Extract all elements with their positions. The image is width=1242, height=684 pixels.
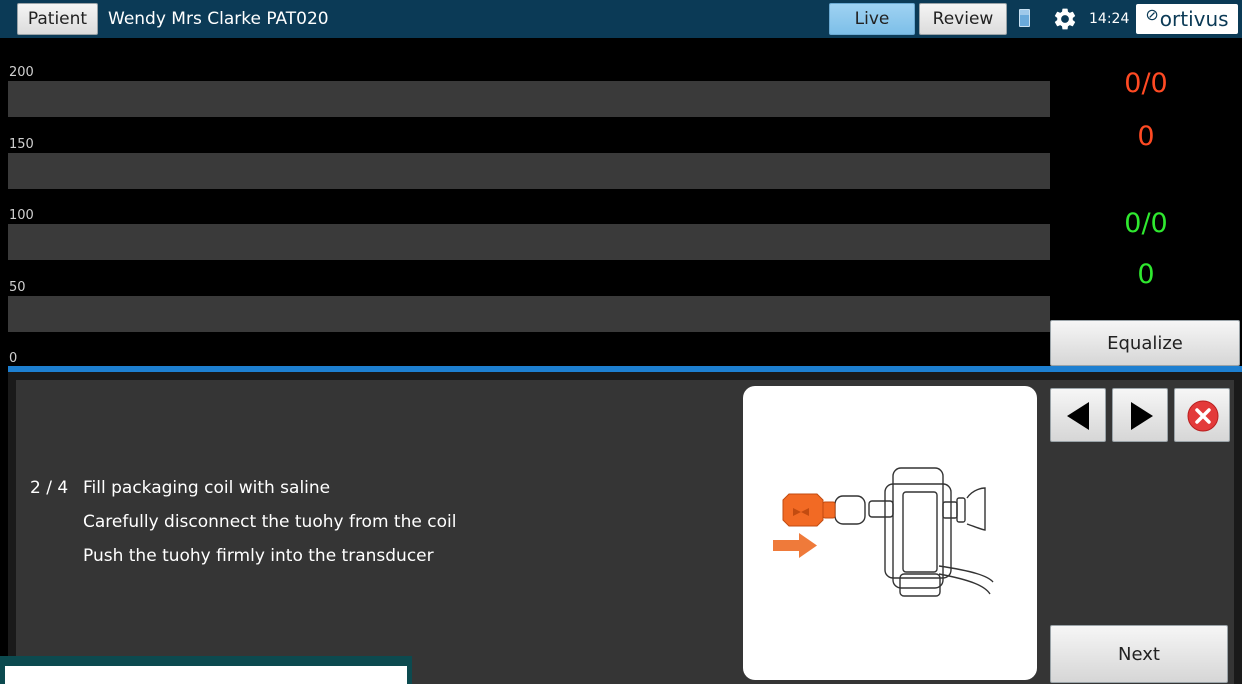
waveform-chart: 200 150 100 50 0 <box>8 38 1050 366</box>
instruction-line: Carefully disconnect the tuohy from the … <box>83 512 457 532</box>
instruction-illustration <box>743 386 1037 680</box>
chart-band <box>8 224 1050 260</box>
patient-button[interactable]: Patient <box>17 3 98 35</box>
green-pressure-reading: 0/0 <box>1124 208 1168 239</box>
y-tick-label: 200 <box>9 65 34 80</box>
y-tick-label: 50 <box>9 280 26 295</box>
direction-arrow-icon <box>773 533 817 558</box>
live-button[interactable]: Live <box>829 3 915 35</box>
y-tick-label: 100 <box>9 208 34 223</box>
clock: 14:24 <box>1089 11 1130 27</box>
previous-arrow-icon <box>1067 402 1089 430</box>
next-step-arrow-button[interactable] <box>1112 388 1168 442</box>
tuohy-connector-icon <box>782 493 836 527</box>
instruction-line: Fill packaging coil with saline <box>83 478 331 498</box>
gear-icon[interactable] <box>1052 6 1078 32</box>
previous-step-button[interactable] <box>1050 388 1106 442</box>
close-icon <box>1187 400 1219 432</box>
chart-band <box>8 153 1050 189</box>
red-value-reading: 0 <box>1137 121 1155 152</box>
review-button[interactable]: Review <box>919 3 1007 35</box>
next-button[interactable]: Next <box>1050 625 1228 683</box>
logo-text: ortivus <box>1159 7 1229 31</box>
y-tick-label: 150 <box>9 137 34 152</box>
logo-mark-icon: ⊘ <box>1145 4 1159 24</box>
battery-icon <box>1019 9 1030 27</box>
chart-band <box>8 296 1050 332</box>
ortivus-logo: ⊘ ortivus <box>1136 4 1238 34</box>
red-pressure-reading: 0/0 <box>1124 68 1168 99</box>
instruction-line: Push the tuohy firmly into the transduce… <box>83 546 434 566</box>
transducer-illustration <box>773 467 994 597</box>
next-arrow-icon <box>1131 402 1153 430</box>
close-instructions-button[interactable] <box>1174 388 1230 442</box>
patient-name: Wendy Mrs Clarke PAT020 <box>108 9 329 29</box>
equalize-button[interactable]: Equalize <box>1050 320 1240 366</box>
step-counter: 2 / 4 <box>30 478 69 498</box>
overlay-box <box>0 656 412 684</box>
green-value-reading: 0 <box>1137 259 1155 290</box>
y-tick-label: 0 <box>9 351 18 366</box>
overlay-box-content <box>5 666 407 684</box>
left-edge <box>0 38 8 684</box>
chart-band <box>8 81 1050 117</box>
top-bar: Patient Wendy Mrs Clarke PAT020 Live Rev… <box>0 0 1242 38</box>
